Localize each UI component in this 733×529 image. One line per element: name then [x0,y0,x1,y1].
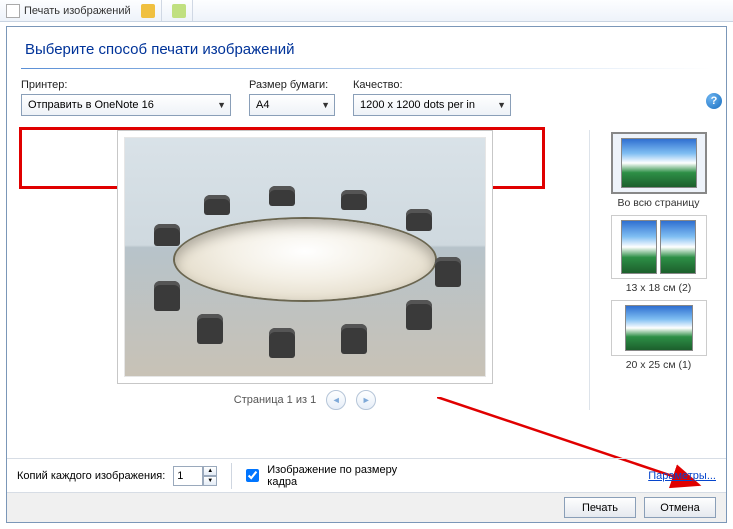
spin-up-icon[interactable]: ▲ [203,466,217,476]
chevron-down-icon: ▼ [497,100,506,110]
copies-label: Копий каждого изображения: [17,470,165,482]
spin-down-icon[interactable]: ▼ [203,476,217,486]
options-bar: Копий каждого изображения: ▲ ▼ Изображен… [7,458,726,492]
pager: Страница 1 из 1 [234,390,376,410]
print-settings-row: Принтер: Отправить в OneNote 16 ▼ Размер… [7,79,726,124]
print-button[interactable]: Печать [564,497,636,518]
dialog-header: Выберите способ печати изображений [7,27,726,68]
layout-full-page[interactable]: Во всю страницу [611,132,707,209]
page-indicator: Страница 1 из 1 [234,394,316,406]
layout-list[interactable]: Во всю страницу 13 x 18 см (2) 20 x 25 с… [589,130,719,410]
window-title: Печать изображений [24,5,131,17]
quality-combo[interactable]: 1200 x 1200 dots per in ▼ [353,94,511,116]
paper-label: Размер бумаги: [249,79,335,91]
preview-frame [117,130,493,384]
prev-page-button[interactable] [326,390,346,410]
fit-frame-checkbox[interactable] [246,469,259,482]
next-page-button[interactable] [356,390,376,410]
copies-input[interactable] [173,466,203,486]
paper-size-combo[interactable]: A4 ▼ [249,94,335,116]
layout-20x25[interactable]: 20 x 25 см (1) [611,300,707,371]
options-link[interactable]: Параметры... [648,470,716,482]
header-underline [21,68,712,69]
app-icon [6,4,20,18]
chevron-down-icon: ▼ [321,100,330,110]
background-tab [166,0,193,21]
copies-spinner[interactable]: ▲ ▼ [173,466,217,486]
fit-frame-label: Изображение по размеру кадра [267,464,397,488]
print-dialog: Выберите способ печати изображений Принт… [6,26,727,523]
layout-label: Во всю страницу [618,197,700,209]
printer-label: Принтер: [21,79,231,91]
printer-combo[interactable]: Отправить в OneNote 16 ▼ [21,94,231,116]
layout-label: 20 x 25 см (1) [626,359,692,371]
window-titlebar: Печать изображений [0,0,733,22]
background-tab [135,0,162,21]
preview-image [124,137,486,377]
dialog-button-bar: Печать Отмена [7,492,726,522]
preview-column: Страница 1 из 1 [21,130,589,410]
layout-label: 13 x 18 см (2) [626,282,692,294]
cancel-button[interactable]: Отмена [644,497,716,518]
layout-13x18[interactable]: 13 x 18 см (2) [611,215,707,294]
paper-value: A4 [256,99,269,111]
main-area: Страница 1 из 1 Во всю страницу 13 x 18 … [7,124,726,410]
divider [231,463,232,489]
quality-value: 1200 x 1200 dots per in [360,99,475,111]
quality-label: Качество: [353,79,511,91]
help-icon[interactable]: ? [706,93,722,109]
printer-value: Отправить в OneNote 16 [28,99,154,111]
chevron-down-icon: ▼ [217,100,226,110]
